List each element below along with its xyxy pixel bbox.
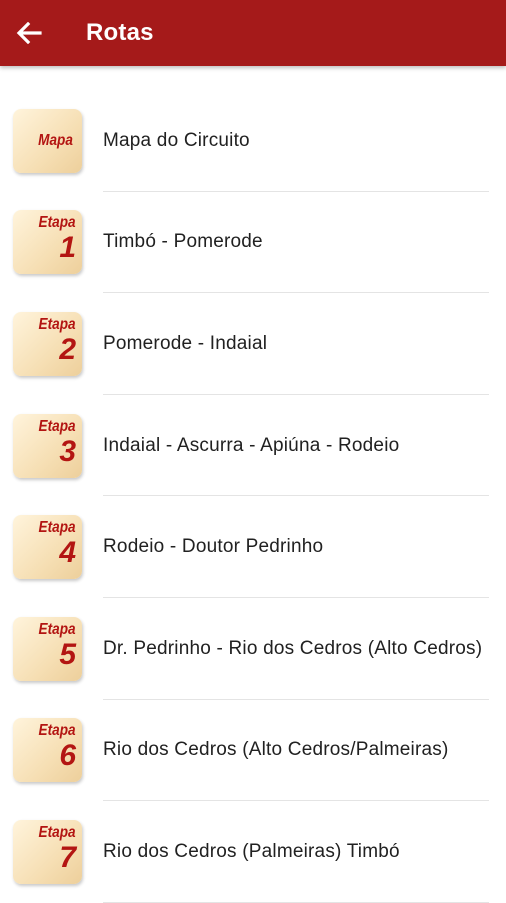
back-button[interactable] [0, 0, 58, 66]
list-item-map[interactable]: Mapa Mapa do Circuito [0, 90, 506, 192]
route-label: Timbó - Pomerode [103, 231, 263, 253]
stage-badge-icon: Etapa 6 [13, 718, 82, 783]
stage-badge-icon: Etapa 5 [13, 616, 82, 681]
stage-badge-icon: Etapa 2 [13, 311, 82, 376]
route-label: Dr. Pedrinho - Rio dos Cedros (Alto Cedr… [103, 637, 483, 659]
list-item-stage-5[interactable]: Etapa 5 Dr. Pedrinho - Rio dos Cedros (A… [0, 598, 506, 700]
list-item-stage-2[interactable]: Etapa 2 Pomerode - Indaial [0, 293, 506, 395]
list-item-stage-7[interactable]: Etapa 7 Rio dos Cedros (Palmeiras) Timbó [0, 801, 506, 903]
stage-badge-icon: Etapa 7 [13, 819, 82, 884]
list-item-stage-6[interactable]: Etapa 6 Rio dos Cedros (Alto Cedros/Palm… [0, 700, 506, 802]
stage-badge-icon: Etapa 1 [13, 210, 82, 275]
badge-word: Etapa [38, 315, 76, 333]
route-label: Rio dos Cedros (Alto Cedros/Palmeiras) [103, 739, 449, 761]
badge-number: 4 [59, 536, 76, 570]
map-badge-icon: Mapa [13, 108, 82, 173]
stage-badge-icon: Etapa 4 [13, 515, 82, 580]
badge-number: 1 [59, 231, 76, 265]
badge-number: 7 [59, 840, 76, 874]
badge-word: Etapa [38, 823, 76, 841]
badge-word: Etapa [38, 620, 76, 638]
route-label: Rodeio - Doutor Pedrinho [103, 536, 324, 558]
badge-number: 3 [59, 434, 76, 468]
list-item-stage-4[interactable]: Etapa 4 Rodeio - Doutor Pedrinho [0, 496, 506, 598]
route-label: Indaial - Ascurra - Apiúna - Rodeio [103, 434, 400, 456]
badge-word: Mapa [38, 131, 73, 149]
list-item-stage-1[interactable]: Etapa 1 Timbó - Pomerode [0, 192, 506, 294]
page-title: Rotas [86, 19, 154, 46]
stage-badge-icon: Etapa 3 [13, 413, 82, 478]
badge-number: 6 [59, 739, 76, 773]
badge-word: Etapa [38, 417, 76, 435]
badge-word: Etapa [38, 214, 76, 232]
badge-word: Etapa [38, 722, 76, 740]
app-bar: Rotas [0, 0, 506, 66]
route-label: Mapa do Circuito [103, 129, 250, 151]
badge-number: 2 [59, 332, 76, 366]
route-list: Mapa Mapa do Circuito Etapa 1 Timbó - Po… [0, 66, 506, 903]
route-label: Rio dos Cedros (Palmeiras) Timbó [103, 840, 400, 862]
list-item-stage-3[interactable]: Etapa 3 Indaial - Ascurra - Apiúna - Rod… [0, 395, 506, 497]
arrow-left-icon [16, 22, 42, 44]
badge-word: Etapa [38, 519, 76, 537]
badge-number: 5 [59, 637, 76, 671]
route-label: Pomerode - Indaial [103, 332, 268, 354]
